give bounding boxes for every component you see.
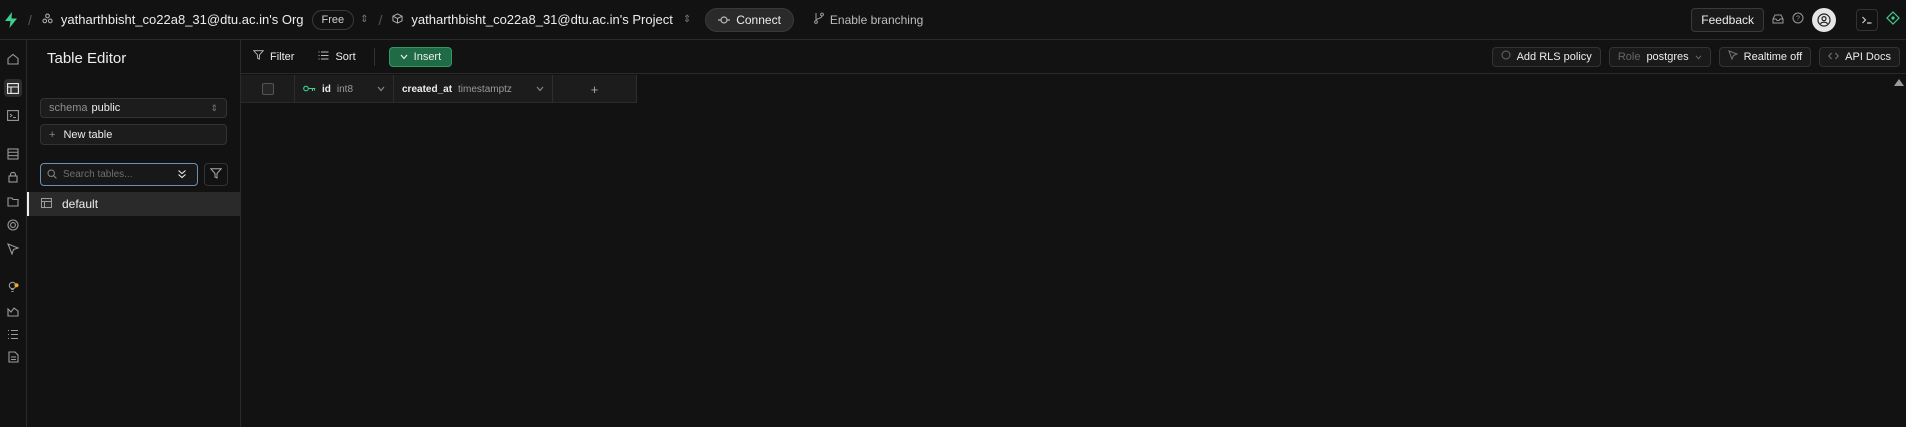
plan-badge: Free bbox=[311, 9, 355, 30]
role-selector[interactable]: Role postgres bbox=[1608, 46, 1711, 67]
project-selector[interactable]: yatharthbisht_co22a8_31@dtu.ac.in's Proj… bbox=[392, 12, 691, 27]
connect-label: Connect bbox=[736, 12, 781, 27]
sql-editor-icon[interactable] bbox=[4, 106, 22, 124]
column-header-id[interactable]: id int8 bbox=[295, 75, 394, 103]
nav-rail bbox=[0, 40, 27, 427]
filter-button[interactable]: Filter bbox=[252, 50, 295, 63]
filter-tables-button[interactable] bbox=[204, 163, 228, 186]
api-docs-file-icon[interactable] bbox=[4, 348, 22, 366]
policy-shield-icon bbox=[1501, 50, 1511, 63]
column-type: int8 bbox=[336, 83, 354, 95]
table-grid-icon bbox=[41, 197, 52, 211]
enable-branching-button[interactable]: Enable branching bbox=[814, 12, 923, 27]
rls-label: Add RLS policy bbox=[1516, 50, 1592, 63]
chevron-down-icon[interactable] bbox=[536, 84, 544, 94]
org-icon bbox=[42, 13, 53, 27]
add-rls-policy-button[interactable]: Add RLS policy bbox=[1491, 46, 1601, 67]
feedback-button[interactable]: Feedback bbox=[1691, 7, 1764, 32]
realtime-toggle-button[interactable]: Realtime off bbox=[1718, 46, 1812, 67]
connect-button[interactable]: Connect bbox=[705, 7, 794, 32]
vertical-scrollbar[interactable] bbox=[1892, 75, 1906, 427]
search-tables-field[interactable] bbox=[40, 163, 198, 186]
collapse-chevrons-icon[interactable] bbox=[177, 168, 187, 182]
plus-icon: + bbox=[49, 128, 56, 141]
project-name: yatharthbisht_co22a8_31@dtu.ac.in's Proj… bbox=[411, 12, 673, 27]
schema-label: schema bbox=[49, 102, 88, 114]
chevron-down-icon bbox=[400, 51, 408, 63]
filter-icon bbox=[252, 50, 265, 63]
select-all-cell bbox=[241, 75, 295, 103]
git-branch-icon bbox=[814, 12, 824, 27]
realtime-label: Realtime off bbox=[1743, 50, 1803, 63]
chevron-updown-icon: ⇕ bbox=[210, 102, 218, 113]
toolbar-divider bbox=[373, 47, 375, 66]
grid-toolbar: Filter Sort Insert Add RLS policy Role p… bbox=[241, 40, 1906, 74]
org-name: yatharthbisht_co22a8_31@dtu.ac.in's Org bbox=[60, 12, 304, 27]
primary-key-icon bbox=[303, 84, 316, 95]
sidebar-title: Table Editor bbox=[47, 50, 127, 67]
new-table-button[interactable]: + New table bbox=[40, 124, 227, 145]
insert-label: Insert bbox=[413, 50, 442, 63]
database-icon[interactable] bbox=[4, 145, 22, 163]
chevron-down-icon bbox=[1695, 51, 1702, 63]
breadcrumb-separator: / bbox=[378, 11, 383, 28]
inbox-icon[interactable] bbox=[1772, 13, 1784, 27]
scroll-up-arrow-icon[interactable] bbox=[1892, 75, 1906, 89]
api-docs-button[interactable]: API Docs bbox=[1819, 46, 1900, 67]
table-name: default bbox=[62, 197, 99, 211]
edge-functions-icon[interactable] bbox=[4, 240, 22, 258]
chevron-down-icon[interactable] bbox=[377, 84, 385, 94]
top-bar: / yatharthbisht_co22a8_31@dtu.ac.in's Or… bbox=[0, 0, 1906, 40]
search-icon bbox=[47, 168, 57, 182]
table-list-item[interactable]: default bbox=[27, 192, 240, 216]
help-icon[interactable]: ? bbox=[1792, 12, 1804, 27]
logs-list-icon[interactable] bbox=[4, 325, 22, 343]
api-docs-label: API Docs bbox=[1845, 50, 1891, 63]
terminal-icon[interactable] bbox=[1856, 8, 1878, 31]
breadcrumb-separator: / bbox=[28, 11, 32, 28]
select-all-checkbox[interactable] bbox=[261, 83, 274, 95]
sort-label: Sort bbox=[335, 50, 356, 63]
user-avatar[interactable] bbox=[1812, 7, 1836, 32]
search-tables-input[interactable] bbox=[63, 169, 171, 180]
supabase-logo[interactable] bbox=[4, 11, 18, 28]
plug-icon bbox=[718, 13, 731, 27]
column-type: timestamptz bbox=[458, 83, 512, 95]
org-selector[interactable]: yatharthbisht_co22a8_31@dtu.ac.in's Org … bbox=[42, 9, 369, 30]
filter-funnel-icon bbox=[209, 167, 223, 182]
column-header-created-at[interactable]: created_at timestamptz bbox=[394, 75, 553, 103]
schema-value: public bbox=[91, 102, 121, 114]
table-editor-main: Filter Sort Insert Add RLS policy Role p… bbox=[241, 40, 1906, 427]
table-editor-sidebar: Table Editor schema public ⇕ + New table… bbox=[27, 40, 241, 427]
sort-button[interactable]: Sort bbox=[318, 50, 356, 63]
branching-label: Enable branching bbox=[829, 12, 924, 27]
project-box-icon bbox=[392, 12, 403, 27]
project-switch-icon[interactable]: ⇕ bbox=[683, 14, 691, 25]
realtime-cursor-icon bbox=[1727, 50, 1738, 63]
column-name: created_at bbox=[402, 83, 453, 95]
role-label: Role bbox=[1617, 50, 1641, 63]
storage-folder-icon[interactable] bbox=[4, 192, 22, 210]
auth-lock-icon[interactable] bbox=[4, 168, 22, 186]
role-value: postgres bbox=[1646, 50, 1689, 63]
insert-button[interactable]: Insert bbox=[388, 46, 453, 67]
sort-lines-icon bbox=[318, 51, 329, 63]
home-icon[interactable] bbox=[4, 50, 22, 68]
code-brackets-icon bbox=[1828, 51, 1840, 63]
new-table-label: New table bbox=[63, 128, 113, 141]
advisors-lightbulb-icon[interactable] bbox=[4, 278, 22, 296]
filter-label: Filter bbox=[270, 50, 295, 63]
assistant-diamond-icon[interactable] bbox=[1886, 11, 1900, 28]
add-column-button[interactable]: + bbox=[553, 75, 637, 103]
svg-text:?: ? bbox=[1796, 16, 1800, 23]
grid-header-row: id int8 created_at timestamptz + bbox=[241, 75, 637, 103]
org-switch-icon[interactable]: ⇕ bbox=[360, 14, 368, 25]
table-editor-icon[interactable] bbox=[4, 79, 22, 97]
schema-selector[interactable]: schema public ⇕ bbox=[40, 98, 227, 118]
realtime-icon[interactable] bbox=[4, 216, 22, 234]
reports-chart-icon[interactable] bbox=[4, 302, 22, 320]
column-name: id bbox=[322, 83, 331, 95]
